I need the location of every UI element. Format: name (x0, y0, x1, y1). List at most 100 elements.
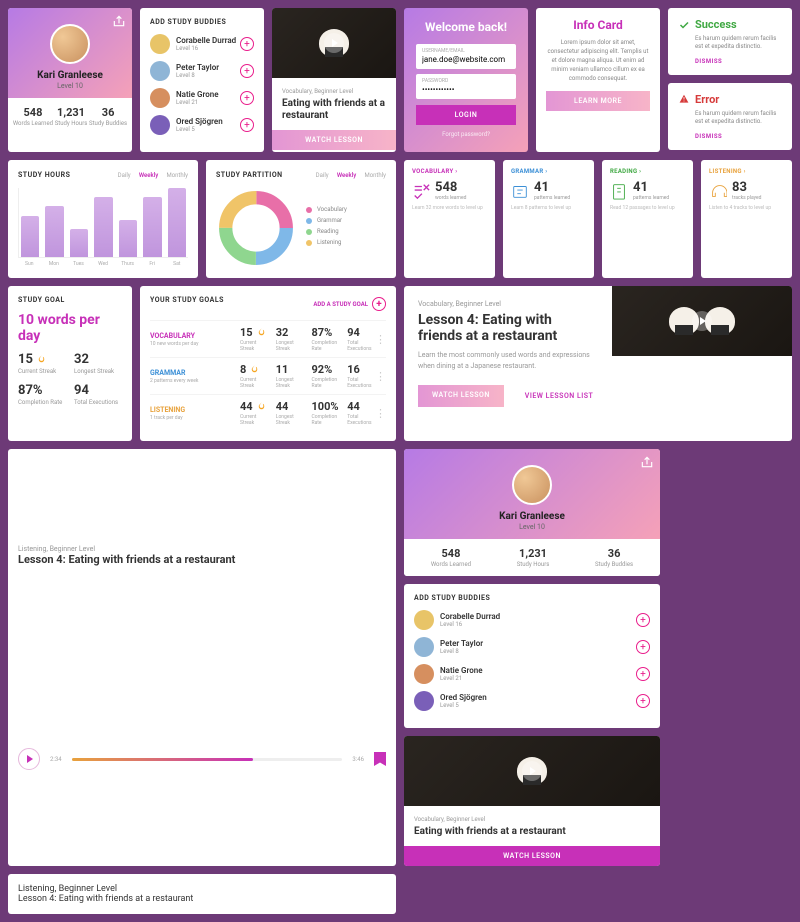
play-icon[interactable] (522, 761, 542, 781)
view-list-button[interactable]: VIEW LESSON LIST (510, 385, 609, 407)
info-body: Lorem ipsum dolor sit amet, consectetur … (546, 38, 650, 83)
bar (143, 197, 161, 257)
password-field[interactable]: PASSWORD (416, 74, 516, 99)
more-icon[interactable]: ⋮ (375, 370, 386, 383)
goal-row: VOCABULARY10 new words per day 15Current… (150, 320, 386, 357)
watch-lesson-button[interactable]: WATCH LESSON (272, 130, 396, 150)
skill-card[interactable]: READING › 41patterns learned Read 12 pas… (602, 160, 693, 278)
tab-weekly[interactable]: Weekly (337, 172, 356, 179)
buddies-heading: ADD STUDY BUDDIES (150, 18, 254, 26)
add-buddy-button[interactable]: + (636, 694, 650, 708)
progress-track[interactable] (72, 758, 343, 761)
skill-card[interactable]: VOCABULARY › 548words learned Learn 32 m… (404, 160, 495, 278)
avatar (414, 637, 434, 657)
flame-icon (256, 401, 267, 412)
lesson-bar: Listening, Beginner Level Lesson 4: Eati… (8, 874, 396, 914)
avatar (414, 664, 434, 684)
buddy-row: Ored SjögrenLevel 5 + (150, 115, 254, 135)
add-buddy-button[interactable]: + (240, 64, 254, 78)
tab-daily[interactable]: Daily (118, 172, 131, 179)
skill-icon (412, 182, 430, 200)
username-field[interactable]: USERNAME/EMAIL (416, 44, 516, 69)
lesson-thumb[interactable] (612, 286, 792, 356)
study-hours-chart: STUDY HOURS Daily Weekly Monthly SunMonT… (8, 160, 198, 278)
study-goals-table: YOUR STUDY GOALS ADD A STUDY GOAL + VOCA… (140, 286, 396, 441)
login-title: Welcome back! (416, 20, 516, 34)
tab-monthly[interactable]: Monthly (166, 172, 188, 179)
tab-daily[interactable]: Daily (316, 172, 329, 179)
learn-more-button[interactable]: LEARN MORE (546, 91, 650, 111)
error-toast: Error Es harum quidem rerum facilis est … (668, 83, 792, 150)
bookmark-icon[interactable] (374, 752, 386, 766)
bar (168, 188, 186, 257)
bar (21, 216, 39, 257)
dismiss-button[interactable]: DISMISS (695, 58, 782, 65)
avatar (150, 88, 170, 108)
add-buddy-button[interactable]: + (636, 640, 650, 654)
username-input[interactable] (422, 54, 510, 65)
study-goal-card: STUDY GOAL 10 words per day 15Current St… (8, 286, 132, 441)
goal-row: LISTENING1 track per day 44Current Strea… (150, 394, 386, 431)
buddy-row: Peter TaylorLevel 8 + (414, 637, 650, 657)
avatar (50, 24, 90, 64)
profile-card: Kari Granleese Level 10 548Words Learned… (8, 8, 132, 152)
audio-player: Listening, Beginner Level Lesson 4: Eati… (8, 449, 396, 866)
success-toast: Success Es harum quidem rerum facilis es… (668, 8, 792, 75)
buddy-row: Ored SjögrenLevel 5 + (414, 691, 650, 711)
share-icon[interactable] (640, 455, 654, 469)
add-buddy-button[interactable]: + (240, 118, 254, 132)
flame-icon (256, 327, 267, 338)
skill-card[interactable]: LISTENING › 83tracks played Listen to 4 … (701, 160, 792, 278)
tab-monthly[interactable]: Monthly (364, 172, 386, 179)
info-title: Info Card (546, 18, 650, 32)
more-icon[interactable]: ⋮ (375, 407, 386, 420)
share-icon[interactable] (112, 14, 126, 28)
add-buddy-button[interactable]: + (240, 91, 254, 105)
donut-chart (216, 188, 296, 268)
play-button[interactable] (18, 748, 40, 770)
chart-tabs: Daily Weekly Monthly (112, 170, 188, 180)
lesson-card-small: Vocabulary, Beginner Level Eating with f… (404, 736, 660, 866)
lesson-thumb[interactable] (272, 8, 396, 78)
profile-stats: 548Words Learned 1,231Study Hours 36Stud… (8, 98, 132, 135)
add-buddy-button[interactable]: + (636, 613, 650, 627)
buddy-row: Corabelle DurradLevel 16 + (414, 610, 650, 630)
play-icon[interactable] (324, 33, 344, 53)
password-input[interactable] (422, 84, 510, 95)
skill-card[interactable]: GRAMMAR › 41patterns learned Learn 8 pat… (503, 160, 594, 278)
bar (45, 206, 63, 257)
goal-row: GRAMMAR2 patterns every week 8Current St… (150, 357, 386, 394)
dismiss-button[interactable]: DISMISS (695, 133, 782, 140)
buddy-row: Corabelle DurradLevel 16 + (150, 34, 254, 54)
buddies-card: ADD STUDY BUDDIES Corabelle DurradLevel … (140, 8, 264, 152)
skill-icon (610, 182, 628, 200)
flame-icon (249, 364, 260, 375)
buddy-row: Natie GroneLevel 21 + (414, 664, 650, 684)
bar (94, 197, 112, 257)
skill-icon (511, 182, 529, 200)
play-icon[interactable] (692, 311, 712, 331)
watch-lesson-button[interactable]: WATCH LESSON (404, 846, 660, 866)
flame-icon (36, 354, 47, 365)
bar (70, 229, 88, 257)
bar (119, 220, 137, 257)
buddies-card: ADD STUDY BUDDIES Corabelle DurradLevel … (404, 584, 660, 728)
more-icon[interactable]: ⋮ (375, 333, 386, 346)
lesson-thumb[interactable] (404, 736, 660, 806)
alert-icon (678, 93, 690, 105)
avatar (150, 34, 170, 54)
skill-icon (709, 182, 727, 200)
big-lesson-card: Vocabulary, Beginner Level Lesson 4: Eat… (404, 286, 792, 441)
buddy-row: Natie GroneLevel 21 + (150, 88, 254, 108)
profile-name: Kari Granleese (16, 70, 124, 81)
avatar (414, 691, 434, 711)
profile-card: Kari Granleese Level 10 548Words Learned… (404, 449, 660, 576)
lesson-title: Eating with friends at a restaurant (282, 98, 386, 122)
tab-weekly[interactable]: Weekly (139, 172, 158, 179)
add-buddy-button[interactable]: + (636, 667, 650, 681)
login-button[interactable]: LOGIN (416, 105, 516, 125)
forgot-password-link[interactable]: Forgot password? (416, 131, 516, 138)
watch-lesson-button[interactable]: WATCH LESSON (418, 385, 504, 407)
add-goal-button[interactable]: ADD A STUDY GOAL + (313, 297, 386, 311)
add-buddy-button[interactable]: + (240, 37, 254, 51)
